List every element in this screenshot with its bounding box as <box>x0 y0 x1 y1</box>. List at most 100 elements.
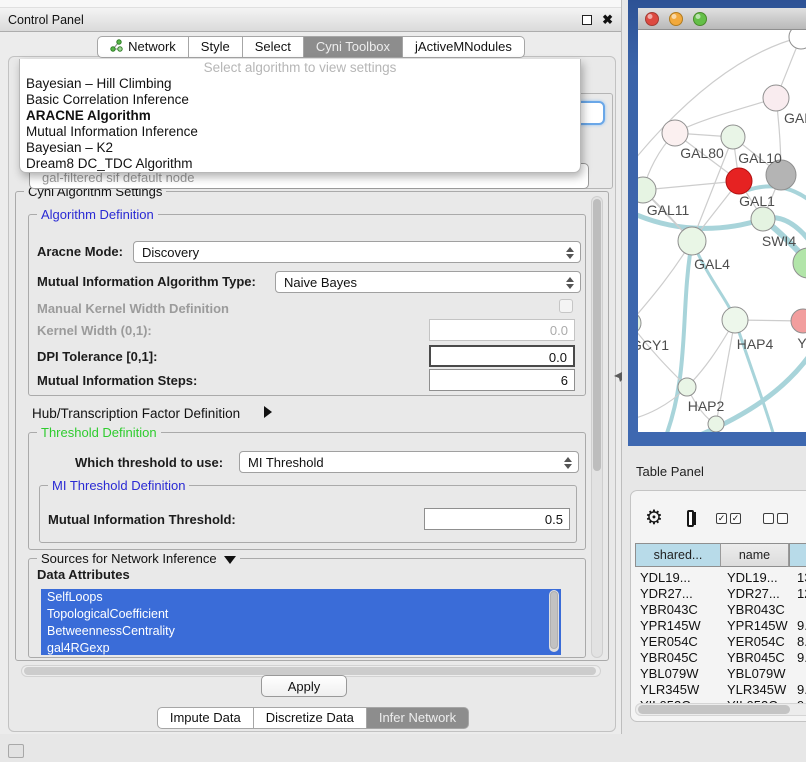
hub-section-label[interactable]: Hub/Transcription Factor Definition <box>32 406 240 421</box>
close-icon[interactable]: ✖ <box>602 15 613 25</box>
column-header-name[interactable]: name <box>721 543 789 567</box>
table-row[interactable]: YDL19...YDL19...13 <box>635 569 806 585</box>
tab-network[interactable]: Network <box>97 36 189 58</box>
table-row[interactable]: YLR345WYLR345W9. <box>635 681 806 697</box>
apply-button[interactable]: Apply <box>261 675 347 697</box>
scrollbar-thumb[interactable] <box>24 667 596 675</box>
network-node-labels: GAL GAL80 GAL10 GAL1 GAL11 SWI4 GAL4 GCY… <box>638 110 806 414</box>
network-window-titlebar <box>638 8 806 30</box>
network-canvas[interactable]: GAL GAL80 GAL10 GAL1 GAL11 SWI4 GAL4 GCY… <box>638 30 806 432</box>
node-swi4[interactable] <box>751 207 775 231</box>
sources-title[interactable]: Sources for Network Inference <box>41 551 217 566</box>
tab-impute-data[interactable]: Impute Data <box>157 707 254 729</box>
node-gal1-selected[interactable] <box>726 168 752 194</box>
cell: YDR27... <box>635 586 721 601</box>
close-traffic-light-icon[interactable] <box>646 13 659 26</box>
network-thick-edges <box>638 186 806 432</box>
settings-vertical-scrollbar[interactable] <box>591 196 603 658</box>
cyni-algorithm-settings-group: Cyni Algorithm Settings Algorithm Defini… <box>15 191 609 661</box>
mi-threshold-field[interactable]: 0.5 <box>424 508 570 530</box>
table-row[interactable]: YBR043CYBR043C <box>635 601 806 617</box>
attribute-item-selected[interactable]: BetweennessCentrality <box>41 623 561 640</box>
table-row[interactable]: YPR145WYPR145W9. <box>635 617 806 633</box>
attributes-scrollbar[interactable] <box>549 590 559 652</box>
collapsed-panel-button[interactable] <box>8 744 24 758</box>
tab-select[interactable]: Select <box>243 36 304 58</box>
scrollbar-thumb[interactable] <box>593 199 601 471</box>
checked-checkbox-icon: ✓ <box>730 513 741 524</box>
tab-jactivemnodules[interactable]: jActiveMNodules <box>403 36 525 58</box>
table-row[interactable]: YDR27...YDR27...12 <box>635 585 806 601</box>
dropdown-placeholder: Select algorithm to view settings <box>20 59 580 76</box>
gear-icon[interactable]: ⚙ <box>645 508 663 528</box>
attribute-item-selected[interactable]: TopologicalCoefficient <box>41 606 561 623</box>
table-horizontal-scrollbar[interactable] <box>635 703 806 716</box>
dropdown-item[interactable]: Bayesian – K2 <box>20 140 580 156</box>
dpi-tolerance-field[interactable]: 0.0 <box>429 345 575 367</box>
combo-value: MI Threshold <box>248 455 324 470</box>
manual-kernel-checkbox[interactable] <box>559 299 573 313</box>
control-panel-title: Control Panel <box>8 13 84 27</box>
table-row[interactable]: YBL079WYBL079W <box>635 665 806 681</box>
unchecked-checkbox-icon <box>777 513 788 524</box>
threshold-definition-group: Threshold Definition Which threshold to … <box>28 432 586 550</box>
column-header[interactable] <box>789 543 806 567</box>
node-label: HAP2 <box>688 398 725 414</box>
network-icon <box>110 39 123 55</box>
which-threshold-combobox[interactable]: MI Threshold <box>239 451 579 473</box>
node-gal80[interactable] <box>662 120 688 146</box>
node-hap2[interactable] <box>678 378 696 396</box>
minimize-traffic-light-icon[interactable] <box>670 13 683 26</box>
node-pink[interactable] <box>791 309 806 333</box>
aracne-mode-combobox[interactable]: Discovery <box>133 241 581 263</box>
node[interactable] <box>708 416 724 432</box>
attribute-item-selected[interactable]: gal4RGexp <box>41 640 561 655</box>
float-window-icon[interactable] <box>582 15 592 25</box>
network-window: GAL GAL80 GAL10 GAL1 GAL11 SWI4 GAL4 GCY… <box>638 8 806 432</box>
tab-infer-network[interactable]: Infer Network <box>367 707 469 729</box>
node-gcy1[interactable] <box>638 312 641 334</box>
dropdown-item[interactable]: Bayesian – Hill Climbing <box>20 76 580 92</box>
dropdown-item[interactable]: Dream8 DC_TDC Algorithm <box>20 156 580 172</box>
mi-steps-field[interactable]: 6 <box>429 369 575 391</box>
group-title: Sources for Network Inference <box>37 551 240 566</box>
scrollbar-thumb[interactable] <box>550 591 558 649</box>
tab-label: Impute Data <box>170 710 241 725</box>
tab-label: Infer Network <box>379 710 456 725</box>
column-header-shared-name[interactable]: shared... <box>635 543 721 567</box>
tab-cyni-toolbox[interactable]: Cyni Toolbox <box>304 36 403 58</box>
mi-type-combobox[interactable]: Naive Bayes <box>275 271 581 293</box>
window-top-strip <box>0 0 621 8</box>
node-gal10[interactable] <box>721 125 745 149</box>
node-gal4[interactable] <box>678 227 706 255</box>
table-panel-title: Table Panel <box>636 464 704 479</box>
tab-label: Discretize Data <box>266 710 354 725</box>
dropdown-item[interactable]: Mutual Information Inference <box>20 124 580 140</box>
select-all-checkboxes-icon[interactable]: ✓ ✓ <box>716 513 741 524</box>
table-row[interactable]: YBR045CYBR045C9. <box>635 649 806 665</box>
deselect-all-checkboxes-icon[interactable] <box>763 513 788 524</box>
dropdown-item[interactable]: Basic Correlation Inference <box>20 92 580 108</box>
zoom-traffic-light-icon[interactable] <box>694 13 707 26</box>
columns-icon[interactable] <box>687 510 694 527</box>
dropdown-item-selected[interactable]: ARACNE Algorithm <box>20 108 580 124</box>
mi-threshold-group: MI Threshold Definition Mutual Informati… <box>39 485 577 543</box>
tab-discretize-data[interactable]: Discretize Data <box>254 707 367 729</box>
table-row[interactable]: YER054CYER054C8. <box>635 633 806 649</box>
cell: YBR045C <box>721 650 791 665</box>
node[interactable] <box>789 30 806 49</box>
algorithm-definition-group: Algorithm Definition Aracne Mode: Discov… <box>28 214 586 396</box>
mi-type-label: Mutual Information Algorithm Type: <box>37 274 256 289</box>
attribute-item-selected[interactable]: SelfLoops <box>41 589 561 606</box>
which-threshold-label: Which threshold to use: <box>75 455 223 470</box>
kernel-width-field[interactable]: 0.0 <box>429 319 575 341</box>
node-gal[interactable] <box>763 85 789 111</box>
expand-arrow-icon[interactable] <box>264 406 272 418</box>
node-label: GAL80 <box>680 145 724 161</box>
tab-style[interactable]: Style <box>189 36 243 58</box>
collapse-arrow-icon[interactable] <box>224 556 236 564</box>
node-green-large[interactable] <box>793 248 806 278</box>
node-label: Y <box>797 335 806 351</box>
scrollbar-thumb[interactable] <box>638 705 790 714</box>
node-hap4[interactable] <box>722 307 748 333</box>
